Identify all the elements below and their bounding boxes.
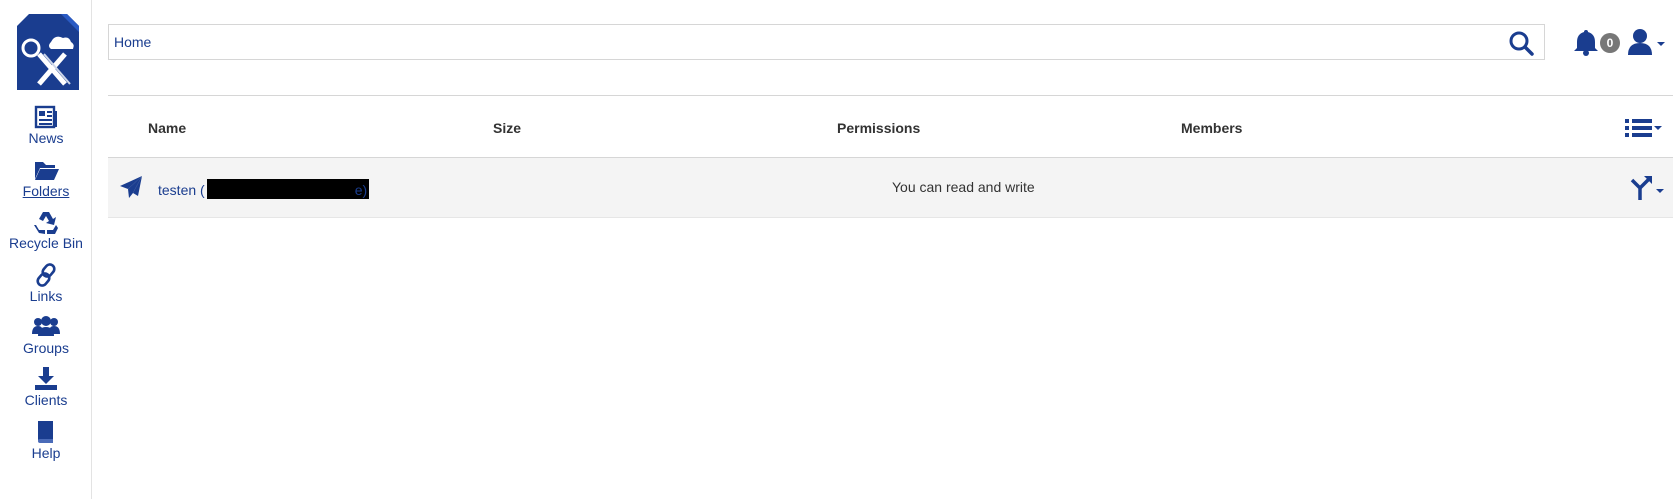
redacted-block — [206, 179, 369, 199]
sidebar: News Folders Recycle Bin Links Groups Cl… — [0, 0, 92, 499]
sidebar-item-label: Clients — [24, 392, 68, 408]
column-header-permissions[interactable]: Permissions — [837, 120, 920, 136]
breadcrumb-search-bar — [108, 24, 1545, 60]
folder-icon — [0, 157, 92, 183]
sidebar-item-label: Links — [29, 288, 63, 304]
folder-name-prefix: testen ( — [158, 182, 205, 198]
share-actions-button[interactable] — [1628, 174, 1668, 202]
view-options-button[interactable] — [1623, 116, 1663, 140]
sidebar-item-groups[interactable]: Groups — [0, 314, 92, 356]
download-icon — [0, 366, 92, 392]
table-header: Name Size Permissions Members — [108, 96, 1673, 158]
news-icon — [0, 104, 92, 130]
recycle-icon — [0, 209, 92, 237]
sidebar-item-help[interactable]: Help — [0, 419, 92, 461]
sidebar-item-clients[interactable]: Clients — [0, 366, 92, 408]
app-logo[interactable] — [17, 14, 79, 90]
fork-icon — [1630, 176, 1664, 200]
table-row[interactable]: testen ( e) You can read and write — [108, 158, 1673, 218]
user-icon — [1628, 29, 1652, 55]
sidebar-item-folders[interactable]: Folders — [0, 157, 92, 199]
bell-icon[interactable] — [1573, 28, 1599, 56]
link-icon — [0, 262, 92, 288]
book-icon — [0, 419, 92, 445]
notification-count-badge[interactable]: 0 — [1600, 33, 1620, 53]
column-header-size[interactable]: Size — [493, 120, 521, 136]
sidebar-item-links[interactable]: Links — [0, 262, 92, 304]
search-icon[interactable] — [1508, 30, 1534, 56]
sidebar-item-label: Help — [31, 445, 61, 461]
folder-name-link[interactable]: testen ( e) — [158, 179, 381, 199]
paper-plane-icon — [118, 174, 144, 200]
breadcrumb-input[interactable] — [114, 25, 1494, 59]
sidebar-item-label: Recycle Bin — [9, 235, 83, 251]
column-header-name[interactable]: Name — [148, 120, 186, 136]
groups-icon — [0, 314, 92, 340]
list-icon — [1625, 119, 1662, 137]
sidebar-item-label: News — [28, 130, 64, 146]
user-menu-button[interactable] — [1627, 28, 1671, 56]
sidebar-item-news[interactable]: News — [0, 104, 92, 146]
permissions-cell: You can read and write — [892, 179, 1035, 195]
sidebar-item-label: Groups — [23, 340, 69, 356]
sidebar-item-label: Folders — [22, 183, 70, 199]
column-header-members[interactable]: Members — [1181, 120, 1242, 136]
sidebar-item-recycle-bin[interactable]: Recycle Bin — [0, 209, 92, 251]
folder-name-suffix: e) — [354, 182, 368, 198]
